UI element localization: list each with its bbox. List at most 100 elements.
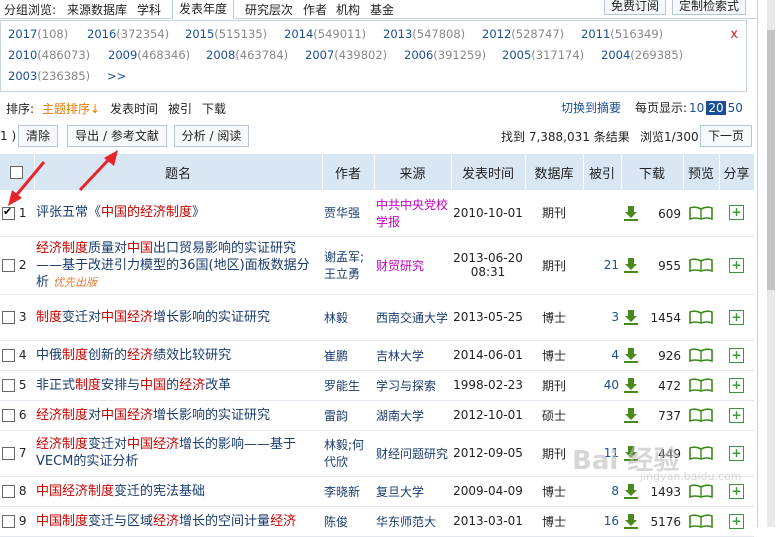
download-icon[interactable] [623, 347, 639, 363]
next-page-button[interactable]: 下一页 [700, 125, 752, 147]
source-link[interactable]: 复旦大学 [374, 476, 451, 507]
add-share-icon[interactable]: + [729, 407, 744, 423]
year-filter-2012[interactable]: 2012(528747) [482, 27, 564, 41]
add-share-icon[interactable]: + [729, 205, 744, 221]
cited-count[interactable]: 3 [583, 294, 621, 341]
group-tab-subject[interactable]: 学科 [137, 1, 161, 18]
author-link[interactable]: 雷韵 [322, 400, 374, 431]
source-link[interactable]: 中共中央党校学报 [374, 190, 451, 237]
row-checkbox[interactable] [2, 409, 15, 422]
group-tab-year[interactable]: 发表年度 [172, 0, 235, 19]
book-preview-icon[interactable] [689, 258, 713, 273]
add-share-icon[interactable]: + [729, 347, 744, 363]
author-link[interactable]: 陈俊 [322, 506, 374, 537]
download-icon[interactable] [623, 483, 639, 499]
add-share-icon[interactable]: + [729, 377, 744, 393]
analyze-read-button[interactable]: 分析 / 阅读 [174, 125, 249, 147]
source-link[interactable]: 西南交通大学 [374, 294, 451, 341]
sort-date[interactable]: 发表时间 [110, 100, 158, 117]
article-title-link[interactable]: 经济制度变迁对中国经济增长的影响——基于VECM的实证分析 [36, 436, 320, 470]
add-share-icon[interactable]: + [729, 309, 744, 325]
close-icon[interactable]: x [730, 27, 738, 42]
source-link[interactable]: 湖南大学 [374, 400, 451, 431]
article-title-link[interactable]: 经济制度质量对中国出口贸易影响的实证研究——基于改进引力模型的36国(地区)面板… [36, 240, 320, 291]
cited-count[interactable]: 40 [583, 370, 621, 401]
sort-cited[interactable]: 被引 [168, 100, 192, 117]
year-filter-2016[interactable]: 2016(372354) [87, 27, 169, 41]
export-reference-button[interactable]: 导出 / 参考文献 [67, 125, 167, 147]
year-filter-2006[interactable]: 2006(391259) [404, 48, 486, 62]
year-filter-2010[interactable]: 2010(486073) [8, 48, 90, 62]
page-size-10[interactable]: 10 [687, 101, 706, 115]
source-link[interactable]: 学习与探索 [374, 370, 451, 401]
clear-button[interactable]: 清除 [18, 125, 58, 147]
article-title-link[interactable]: 中俄制度创新的经济绩效比较研究 [36, 347, 320, 364]
year-filter-2007[interactable]: 2007(439802) [305, 48, 387, 62]
page-size-50[interactable]: 50 [726, 101, 745, 115]
year-filter-2005[interactable]: 2005(317174) [502, 48, 584, 62]
book-preview-icon[interactable] [689, 408, 713, 423]
page-size-20[interactable]: 20 [706, 101, 726, 115]
book-preview-icon[interactable] [689, 446, 713, 461]
download-icon[interactable] [623, 377, 639, 393]
author-link[interactable]: 贾华强 [322, 190, 374, 237]
add-share-icon[interactable]: + [729, 445, 744, 461]
author-link[interactable]: 林毅 [322, 294, 374, 341]
year-filter-2009[interactable]: 2009(468346) [108, 48, 190, 62]
row-checkbox[interactable] [2, 447, 15, 460]
scrollbar-thumb[interactable] [767, 30, 775, 290]
switch-to-abstract-link[interactable]: 切换到摘要 [561, 99, 621, 116]
row-checkbox[interactable] [2, 379, 15, 392]
source-link[interactable]: 财贸研究 [374, 236, 451, 295]
book-preview-icon[interactable] [689, 310, 713, 325]
author-link[interactable]: 林毅;何代欣 [322, 430, 374, 477]
year-filter-2015[interactable]: 2015(515135) [185, 27, 267, 41]
author-link[interactable]: 李晓新 [322, 476, 374, 507]
cited-count[interactable]: 21 [583, 236, 621, 295]
source-link[interactable]: 华东师范大 [374, 506, 451, 537]
article-title-link[interactable]: 制度变迁对中国经济增长影响的实证研究 [36, 309, 320, 326]
cited-count[interactable]: 8 [583, 476, 621, 507]
download-icon[interactable] [623, 407, 639, 423]
row-checkbox[interactable] [2, 349, 15, 362]
article-title-link[interactable]: 中国经济制度变迁的宪法基础 [36, 483, 320, 500]
group-tab-level[interactable]: 研究层次 [245, 1, 293, 18]
download-icon[interactable] [623, 205, 639, 221]
article-title-link[interactable]: 经济制度对中国经济增长影响的实证研究 [36, 407, 320, 424]
group-tab-author[interactable]: 作者 [303, 1, 327, 18]
group-tab-fund[interactable]: 基金 [370, 1, 394, 18]
book-preview-icon[interactable] [689, 378, 713, 393]
book-preview-icon[interactable] [689, 206, 713, 220]
article-title-link[interactable]: 非正式制度安排与中国的经济改革 [36, 377, 320, 394]
book-preview-icon[interactable] [689, 348, 713, 363]
year-filter-2008[interactable]: 2008(463784) [206, 48, 288, 62]
cited-count[interactable] [583, 190, 621, 237]
sort-download[interactable]: 下载 [202, 100, 226, 117]
row-checkbox[interactable] [2, 311, 15, 324]
more-years-link[interactable]: >> [107, 69, 126, 83]
cited-count[interactable]: 4 [583, 340, 621, 371]
year-filter-2014[interactable]: 2014(549011) [284, 27, 366, 41]
add-share-icon[interactable]: + [729, 257, 744, 273]
author-link[interactable]: 崔鹏 [322, 340, 374, 371]
cited-count[interactable]: 16 [583, 506, 621, 537]
group-tab-source-db[interactable]: 来源数据库 [67, 1, 127, 18]
author-link[interactable]: 罗能生 [322, 370, 374, 401]
book-preview-icon[interactable] [689, 484, 713, 499]
custom-search-button[interactable]: 定制检索式 [672, 0, 747, 15]
sort-topic[interactable]: 主题排序↓ [42, 100, 100, 117]
author-link[interactable]: 谢孟军;王立勇 [322, 236, 374, 295]
year-filter-2017[interactable]: 2017(108) [8, 27, 68, 41]
row-checkbox[interactable] [2, 259, 15, 272]
download-icon[interactable] [623, 309, 639, 325]
year-filter-2003[interactable]: 2003(236385) [8, 69, 90, 83]
book-preview-icon[interactable] [689, 514, 713, 529]
add-share-icon[interactable]: + [729, 513, 744, 529]
add-share-icon[interactable]: + [729, 483, 744, 499]
year-filter-2011[interactable]: 2011(516349) [581, 27, 663, 41]
year-filter-2013[interactable]: 2013(547808) [383, 27, 465, 41]
download-icon[interactable] [623, 257, 639, 273]
year-filter-2004[interactable]: 2004(269385) [601, 48, 683, 62]
group-tab-org[interactable]: 机构 [336, 1, 360, 18]
free-subscribe-button[interactable]: 免费订阅 [604, 0, 667, 15]
